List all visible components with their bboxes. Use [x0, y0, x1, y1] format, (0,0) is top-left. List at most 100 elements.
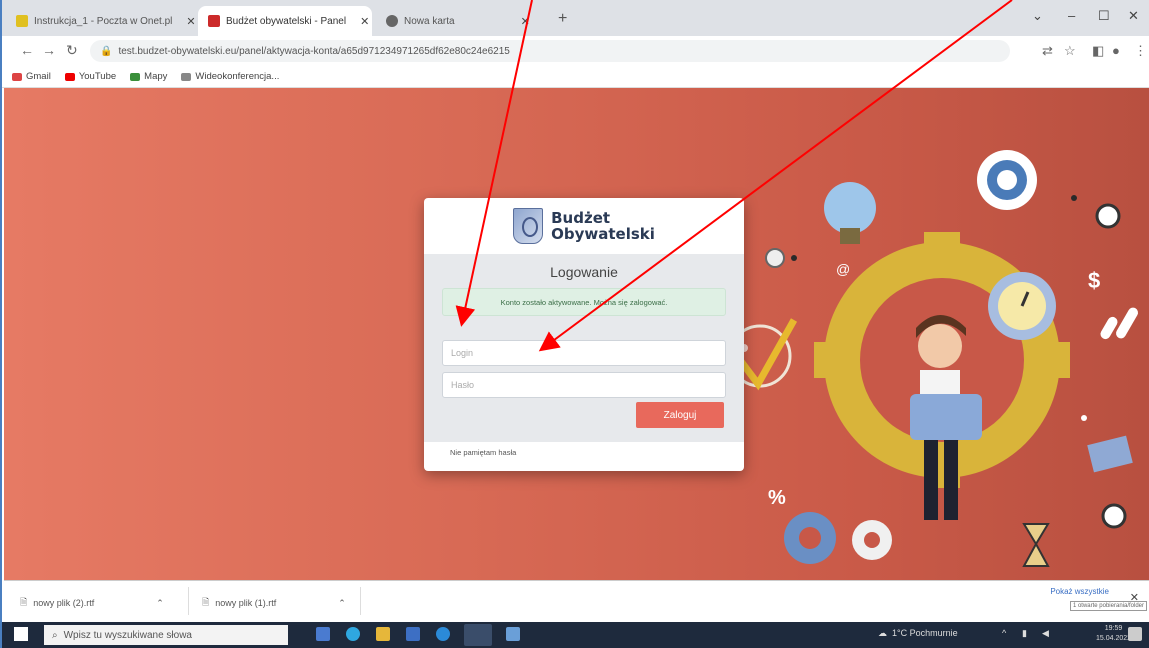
- tab-onet[interactable]: Instrukcja_1 - Poczta w Onet.pl ✕: [6, 6, 196, 36]
- page-title: Logowanie: [550, 264, 618, 280]
- edge-icon[interactable]: [346, 627, 360, 641]
- url-text: test.budzet-obywatelski.eu/panel/aktywac…: [118, 45, 510, 57]
- taskbar-search-input[interactable]: ⌕ Wpisz tu wyszukiwane słowa: [44, 625, 288, 645]
- new-tab-icon[interactable]: +: [558, 10, 567, 28]
- translate-icon[interactable]: ⇄: [1042, 43, 1053, 59]
- extensions-icon[interactable]: ◧: [1092, 43, 1104, 59]
- clock[interactable]: 19:59 15.04.2022: [1096, 624, 1131, 644]
- bookmark-mapy[interactable]: Mapy: [130, 71, 167, 82]
- success-alert: Konto zostało aktywowane. Można się zalo…: [442, 288, 726, 316]
- clock-icon: [1101, 503, 1127, 529]
- mail-icon[interactable]: [406, 627, 420, 641]
- bookmark-gmail[interactable]: Gmail: [12, 71, 51, 82]
- clock-icon: [1095, 203, 1121, 229]
- bookmark-wideokonferencja[interactable]: Wideokonferencja...: [181, 71, 279, 82]
- chevron-up-icon[interactable]: ⌃: [156, 598, 164, 609]
- dollar-icon: $: [1088, 268, 1100, 293]
- app-icon[interactable]: [436, 627, 450, 641]
- password-placeholder: Hasło: [451, 380, 475, 390]
- page-background: % $ @ Budżet Obywatelski Logowanie Konto…: [4, 88, 1149, 580]
- budzet-favicon-icon: [208, 15, 220, 27]
- password-field[interactable]: Hasło: [442, 372, 726, 398]
- tab-label: Instrukcja_1 - Poczta w Onet.pl: [34, 15, 173, 27]
- minimize-icon[interactable]: –: [1068, 8, 1075, 23]
- forward-icon[interactable]: →: [42, 42, 56, 58]
- divider: [360, 587, 361, 615]
- task-view-icon[interactable]: [316, 627, 330, 641]
- tab-label: Nowa karta: [404, 15, 455, 27]
- downloads-bar: 🗎 nowy plik (2).rtf ⌃ 🗎 nowy plik (1).rt…: [4, 580, 1149, 622]
- tab-new[interactable]: Nowa karta ✕: [376, 6, 552, 36]
- show-all-downloads-link[interactable]: Pokaż wszystkie: [1050, 587, 1109, 596]
- search-placeholder: Wpisz tu wyszukiwane słowa: [63, 629, 192, 641]
- login-button[interactable]: Zaloguj: [636, 402, 724, 428]
- profile-icon[interactable]: ●: [1112, 43, 1120, 58]
- bookmark-label: Wideokonferencja...: [195, 71, 280, 82]
- clock-time: 19:59: [1104, 625, 1123, 632]
- download-item[interactable]: 🗎 nowy plik (2).rtf ⌃: [20, 595, 164, 611]
- card-body: Logowanie Konto zostało aktywowane. Możn…: [424, 254, 744, 442]
- close-icon[interactable]: ✕: [186, 15, 195, 28]
- forgot-password-link[interactable]: Nie pamiętam hasła: [450, 448, 516, 457]
- browser-toolbar: ← → ↻ 🔒 test.budzet-obywatelski.eu/panel…: [2, 36, 1149, 66]
- weather-icon: ☁: [878, 628, 887, 638]
- browser-window: Instrukcja_1 - Poczta w Onet.pl ✕ Budżet…: [0, 0, 1149, 648]
- download-label: nowy plik (2).rtf: [33, 598, 95, 608]
- bookmark-star-icon[interactable]: ☆: [1064, 43, 1076, 59]
- close-icon[interactable]: ✕: [360, 15, 369, 28]
- tab-search-icon[interactable]: ⌄: [1032, 8, 1043, 24]
- bookmark-label: Gmail: [26, 71, 51, 82]
- search-icon: ⌕: [52, 629, 58, 641]
- weather-text[interactable]: 1°C Pochmurnie: [892, 628, 958, 638]
- back-icon[interactable]: ←: [20, 42, 34, 58]
- tray-chevron-icon[interactable]: ^: [1002, 628, 1006, 638]
- download-label: nowy plik (1).rtf: [215, 598, 277, 608]
- bookmark-label: YouTube: [78, 71, 117, 82]
- hourglass-icon: [1022, 523, 1050, 567]
- divider: [188, 587, 189, 615]
- close-icon[interactable]: ✕: [1130, 591, 1139, 604]
- login-field[interactable]: Login: [442, 340, 726, 366]
- chrome-favicon-icon: [386, 15, 398, 27]
- close-icon[interactable]: ✕: [521, 15, 530, 28]
- video-icon: [181, 72, 192, 81]
- login-placeholder: Login: [451, 348, 474, 358]
- bookmarks-bar: Gmail YouTube Mapy Wideokonferencja...: [2, 66, 1149, 88]
- file-icon: 🗎: [202, 597, 210, 607]
- window-close-icon[interactable]: ✕: [1128, 8, 1139, 24]
- tab-strip: Instrukcja_1 - Poczta w Onet.pl ✕ Budżet…: [2, 0, 1149, 36]
- envelope-icon: [1087, 435, 1133, 473]
- menu-icon[interactable]: ⋮: [1134, 43, 1147, 59]
- crest-logo-icon: [513, 208, 544, 244]
- brand-line-1: Budżet: [551, 209, 611, 227]
- onet-favicon-icon: [16, 15, 28, 27]
- bookmark-label: Mapy: [144, 71, 168, 82]
- maps-icon: [130, 72, 141, 81]
- login-card: Budżet Obywatelski Logowanie Konto zosta…: [424, 198, 744, 471]
- file-icon: 🗎: [20, 597, 28, 607]
- file-explorer-icon[interactable]: [376, 627, 390, 641]
- reload-icon[interactable]: ↻: [66, 42, 78, 59]
- brand-name: Budżet Obywatelski: [551, 210, 655, 242]
- network-icon[interactable]: ▮: [1022, 628, 1027, 639]
- brand-line-2: Obywatelski: [551, 225, 655, 243]
- chrome-icon[interactable]: [464, 624, 492, 646]
- windows-taskbar: ⌕ Wpisz tu wyszukiwane słowa ☁ 1°C Pochm…: [2, 622, 1149, 648]
- tab-budzet[interactable]: Budżet obywatelski - Panel ✕: [198, 6, 372, 36]
- gmail-icon: [12, 72, 22, 81]
- address-bar[interactable]: 🔒 test.budzet-obywatelski.eu/panel/aktyw…: [90, 40, 1010, 62]
- volume-icon[interactable]: ◀: [1042, 628, 1049, 639]
- lightbulb-icon: [824, 182, 876, 234]
- at-icon: @: [836, 261, 850, 277]
- tab-label: Budżet obywatelski - Panel: [226, 15, 347, 27]
- chevron-up-icon[interactable]: ⌃: [338, 598, 346, 609]
- youtube-icon: [64, 72, 75, 81]
- maximize-icon[interactable]: ☐: [1098, 8, 1110, 24]
- lock-icon: 🔒: [100, 45, 113, 57]
- windows-start-icon[interactable]: [14, 627, 28, 641]
- download-item[interactable]: 🗎 nowy plik (1).rtf ⌃: [202, 595, 346, 611]
- card-header: Budżet Obywatelski: [424, 198, 744, 254]
- notifications-icon[interactable]: [1128, 627, 1142, 641]
- app-icon[interactable]: [506, 627, 520, 641]
- bookmark-youtube[interactable]: YouTube: [64, 71, 117, 82]
